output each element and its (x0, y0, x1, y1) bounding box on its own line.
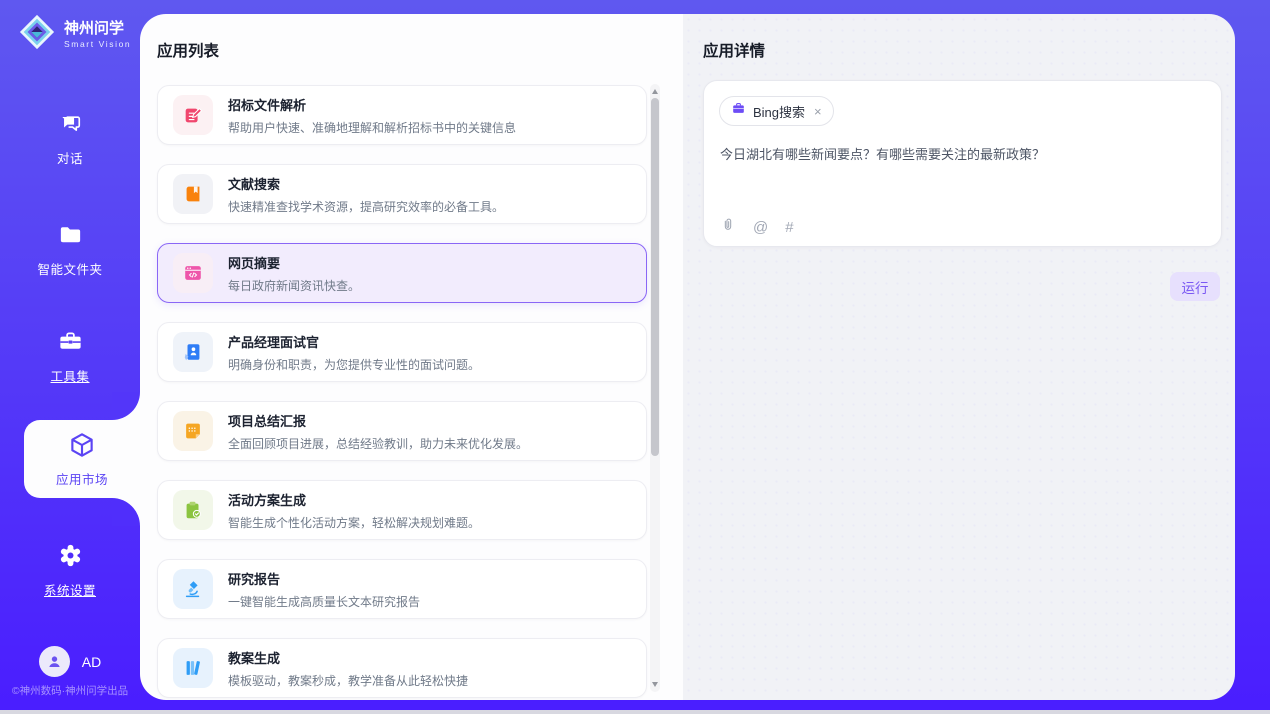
brand-diamond-icon (18, 13, 56, 56)
sidebar-item-label: 应用市场 (56, 469, 108, 488)
active-tab-curve-top (112, 392, 140, 420)
bottom-edge-strip (0, 710, 1270, 714)
folder-icon (57, 221, 84, 253)
toolbox-icon (57, 328, 84, 360)
clipboard-check-icon (173, 490, 213, 530)
gear-icon (57, 542, 84, 574)
scroll-up-icon[interactable] (652, 89, 658, 94)
app-card-desc: 帮助用户快速、准确地理解和解析招标书中的关键信息 (228, 119, 516, 136)
app-detail-panel: 应用详情 Bing搜索 × 今日湖北有哪些新闻要点？有哪些需要关注的最新政策？ (683, 14, 1235, 700)
tool-tag-bing-search[interactable]: Bing搜索 × (719, 96, 834, 126)
sidebar-item-app-market[interactable]: 应用市场 (24, 420, 140, 498)
hashtag-icon[interactable]: # (785, 219, 793, 236)
app-card-desc: 全面回顾项目进展，总结经验教训，助力未来优化发展。 (228, 435, 528, 452)
sidebar-item-label: 对话 (57, 148, 83, 167)
cube-icon (67, 430, 97, 465)
paperclip-icon[interactable] (720, 217, 736, 238)
app-card-event-plan[interactable]: 活动方案生成 智能生成个性化活动方案，轻松解决规划难题。 (157, 480, 647, 540)
app-card-project-summary[interactable]: 项目总结汇报 全面回顾项目进展，总结经验教训，助力未来优化发展。 (157, 401, 647, 461)
app-card-desc: 一键智能生成高质量长文本研究报告 (228, 593, 420, 610)
app-list-title: 应用列表 (157, 39, 219, 61)
app-card-pm-interviewer[interactable]: 产品经理面试官 明确身份和职责，为您提供专业性的面试问题。 (157, 322, 647, 382)
person-icon (45, 652, 64, 671)
prompt-input[interactable]: 今日湖北有哪些新闻要点？有哪些需要关注的最新政策？ (720, 145, 1205, 165)
app-card-desc: 快速精准查找学术资源，提高研究效率的必备工具。 (228, 198, 504, 215)
mention-icon[interactable]: @ (753, 219, 768, 236)
user-account[interactable]: AD (0, 646, 140, 677)
active-tab-curve-bottom (112, 498, 140, 526)
run-button[interactable]: 运行 (1170, 272, 1220, 301)
main-container: 应用列表 招标文件解析 帮助用户快速、准确地理解和解析招标书中的关键信息 (140, 14, 1235, 700)
app-card-desc: 智能生成个性化活动方案，轻松解决规划难题。 (228, 514, 480, 531)
brand-name: 神州问学 (64, 20, 131, 37)
app-list-panel: 应用列表 招标文件解析 帮助用户快速、准确地理解和解析招标书中的关键信息 (140, 14, 683, 700)
app-card-title: 产品经理面试官 (228, 332, 480, 351)
sidebar-item-toolset[interactable]: 工具集 (0, 328, 140, 385)
user-initials: AD (82, 654, 101, 670)
app-card-literature-search[interactable]: 文献搜索 快速精准查找学术资源，提高研究效率的必备工具。 (157, 164, 647, 224)
sidebar-item-label: 工具集 (50, 366, 89, 385)
briefcase-icon (731, 101, 746, 121)
app-card-web-summary[interactable]: 网页摘要 每日政府新闻资讯快查。 (157, 243, 647, 303)
books-icon (173, 648, 213, 688)
sidebar-item-settings[interactable]: 系统设置 (0, 542, 140, 599)
app-card-title: 教案生成 (228, 648, 468, 667)
app-card-list: 招标文件解析 帮助用户快速、准确地理解和解析招标书中的关键信息 文献搜索 快速精… (157, 85, 647, 700)
avatar (39, 646, 70, 677)
app-card-research-report[interactable]: 研究报告 一键智能生成高质量长文本研究报告 (157, 559, 647, 619)
input-toolbar: @ # (720, 217, 794, 238)
sidebar-item-chat[interactable]: 对话 (0, 110, 140, 167)
sidebar: 神州问学 Smart Vision 对话 智能文件夹 (0, 0, 140, 710)
app-card-title: 文献搜索 (228, 174, 504, 193)
app-card-title: 研究报告 (228, 569, 420, 588)
app-card-title: 网页摘要 (228, 253, 360, 272)
app-card-title: 活动方案生成 (228, 490, 480, 509)
sidebar-item-label: 智能文件夹 (37, 259, 102, 278)
prompt-input-card[interactable]: Bing搜索 × 今日湖北有哪些新闻要点？有哪些需要关注的最新政策？ @ # (703, 80, 1222, 247)
app-card-desc: 模板驱动，教案秒成，教学准备从此轻松快捷 (228, 672, 468, 689)
scroll-down-icon[interactable] (652, 682, 658, 687)
app-detail-title: 应用详情 (703, 39, 765, 61)
doc-edit-icon (173, 95, 213, 135)
app-card-lesson-plan[interactable]: 教案生成 模板驱动，教案秒成，教学准备从此轻松快捷 (157, 638, 647, 698)
app-card-desc: 明确身份和职责，为您提供专业性的面试问题。 (228, 356, 480, 373)
app-card-title: 招标文件解析 (228, 95, 516, 114)
sidebar-item-smart-folder[interactable]: 智能文件夹 (0, 221, 140, 278)
copyright-text: ©神州数码·神州问学出品 (0, 683, 140, 698)
browser-code-icon (173, 253, 213, 293)
note-icon (173, 411, 213, 451)
app-card-desc: 每日政府新闻资讯快查。 (228, 277, 360, 294)
tool-tag-label: Bing搜索 (753, 102, 805, 121)
tag-close-icon[interactable]: × (814, 104, 822, 119)
resume-icon (173, 332, 213, 372)
scrollbar-thumb[interactable] (651, 98, 659, 456)
microscope-icon (173, 569, 213, 609)
list-scrollbar[interactable] (650, 84, 660, 692)
chat-icon (57, 110, 84, 142)
sidebar-item-label: 系统设置 (44, 580, 96, 599)
brand-subtitle: Smart Vision (64, 39, 131, 49)
app-card-bid-doc-parse[interactable]: 招标文件解析 帮助用户快速、准确地理解和解析招标书中的关键信息 (157, 85, 647, 145)
book-icon (173, 174, 213, 214)
brand-logo: 神州问学 Smart Vision (18, 13, 131, 56)
app-card-title: 项目总结汇报 (228, 411, 528, 430)
